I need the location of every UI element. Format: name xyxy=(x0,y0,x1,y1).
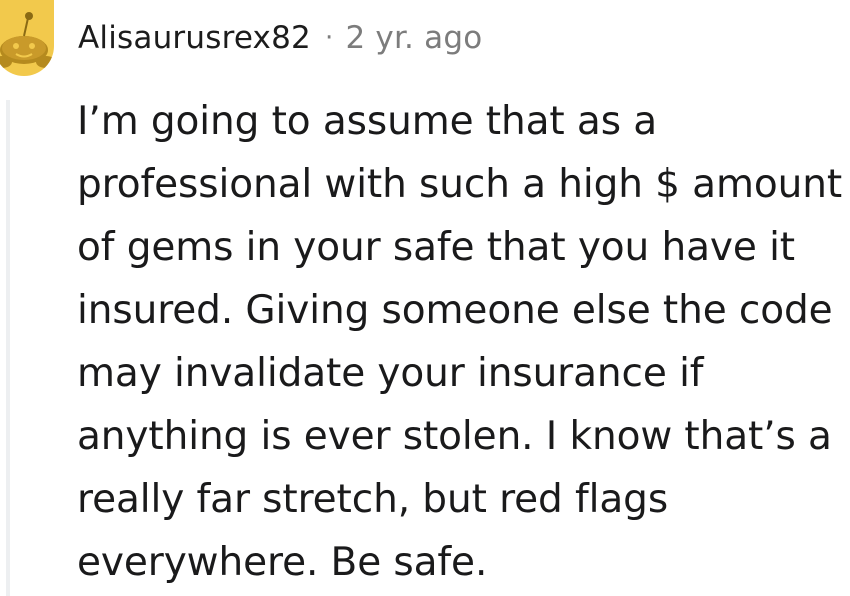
comment-timestamp[interactable]: 2 yr. ago xyxy=(345,20,482,56)
comment-body: I’m going to assume that as a profession… xyxy=(77,99,843,585)
comment: Alisaurusrex82 · 2 yr. ago I’m going to … xyxy=(0,0,850,596)
comment-author[interactable]: Alisaurusrex82 xyxy=(78,20,311,56)
user-avatar[interactable] xyxy=(0,0,54,76)
snoo-avatar-icon xyxy=(0,0,54,76)
thread-line[interactable] xyxy=(6,100,10,596)
meta-separator: · xyxy=(324,23,334,53)
comment-meta: Alisaurusrex82 · 2 yr. ago xyxy=(78,16,482,60)
